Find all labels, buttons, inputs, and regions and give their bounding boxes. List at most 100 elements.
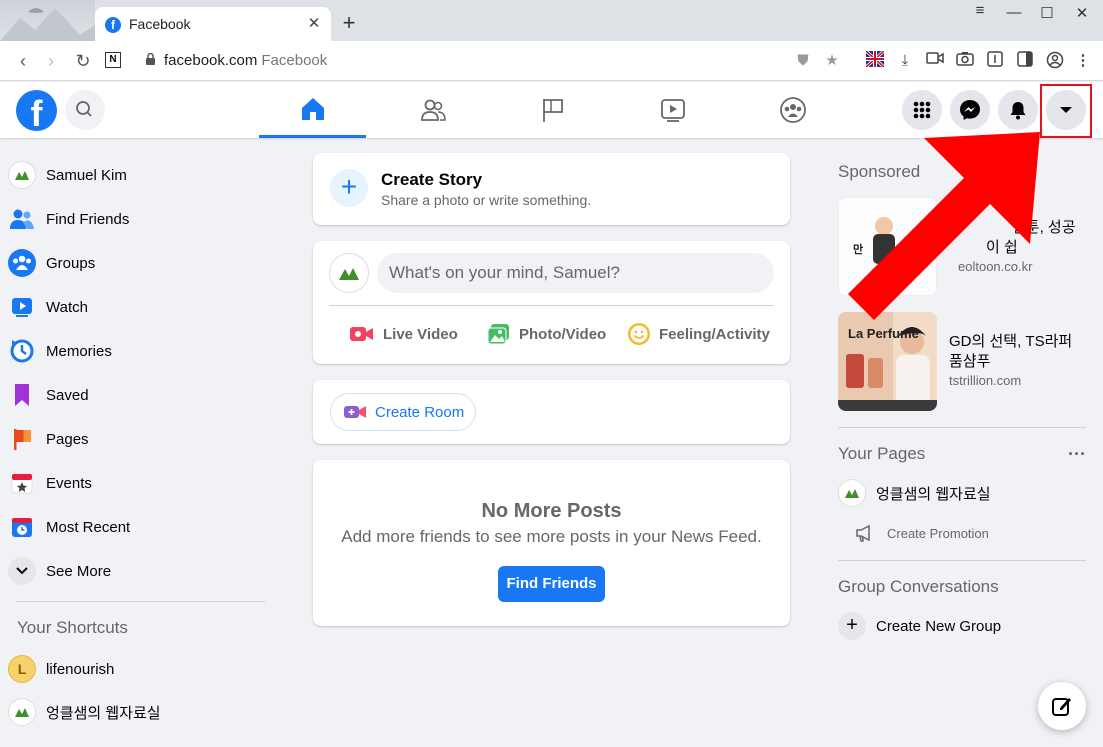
sidebar-item-find-friends[interactable]: Find Friends [8, 199, 258, 239]
menu-grid-button[interactable] [902, 90, 942, 130]
your-page-item[interactable]: 엉클샘의 웹자료실 [838, 479, 991, 507]
events-calendar-icon [8, 469, 36, 497]
sidebar-item-label: Events [46, 474, 92, 492]
megaphone-icon [856, 524, 870, 542]
browser-menu-icon[interactable]: ⋮ [1073, 51, 1093, 71]
url-domain: facebook.com [164, 52, 258, 69]
tab-close-icon[interactable]: ✕ [305, 14, 323, 32]
sidebar-item-label: Pages [46, 430, 89, 448]
sidebar-item-events[interactable]: Events [8, 463, 258, 503]
memories-clock-icon [8, 337, 36, 365]
tab-groups[interactable] [739, 82, 846, 138]
sidebar-item-most-recent[interactable]: Most Recent [8, 507, 258, 547]
room-video-icon [344, 406, 366, 418]
watch-icon [8, 293, 36, 321]
new-tab-icon[interactable]: + [338, 12, 360, 34]
back-icon[interactable]: ‹ [12, 50, 34, 72]
camera-icon[interactable] [955, 51, 975, 71]
tab-title: Facebook [129, 16, 191, 32]
no-more-posts-card: No More Posts Add more friends to see mo… [313, 460, 790, 626]
maximize-icon[interactable]: ☐ [1037, 4, 1057, 22]
sidebar-item-groups[interactable]: Groups [8, 243, 258, 283]
minimize-icon[interactable]: — [1004, 4, 1024, 21]
flag-extension-icon[interactable] [865, 49, 885, 71]
page-name: 엉클샘의 웹자료실 [876, 485, 991, 503]
shortcut-item-lifenourish[interactable]: L lifenourish [8, 649, 258, 689]
create-story-title: Create Story [381, 170, 483, 189]
groups-icon [8, 249, 36, 277]
url-field[interactable]: facebook.com Facebook [164, 52, 327, 69]
create-story-card[interactable]: + Create Story Share a photo or write so… [313, 153, 790, 225]
profile-icon[interactable] [1045, 51, 1065, 71]
sidebar-divider [838, 560, 1086, 561]
sidebar-item-profile[interactable]: Samuel Kim [8, 155, 258, 195]
window-close-icon[interactable]: ✕ [1072, 4, 1092, 22]
video-extension-icon[interactable] [925, 51, 945, 71]
live-video-icon [350, 327, 373, 341]
lifenourish-avatar: L [8, 655, 36, 683]
lock-icon [146, 53, 155, 65]
notifications-button[interactable] [998, 90, 1038, 130]
reload-icon[interactable]: ↻ [72, 50, 94, 72]
shortcut-item-uncle-sam[interactable]: 엉클샘의 웹자료실 [8, 692, 258, 732]
create-story-subtitle: Share a photo or write something. [381, 192, 592, 208]
sidebar-item-label: Saved [46, 386, 89, 404]
sidebar-item-saved[interactable]: Saved [8, 375, 258, 415]
smiley-icon [628, 323, 650, 345]
more-options-icon[interactable]: ··· [1068, 444, 1086, 465]
shield-extension-icon[interactable]: ⛊ [793, 51, 813, 71]
most-recent-icon [8, 513, 36, 541]
facebook-header: f [0, 82, 1103, 138]
photo-video-button[interactable]: Photo/Video [487, 321, 606, 347]
tab-strip-decoration [0, 0, 95, 41]
messenger-icon [960, 100, 980, 120]
browser-tab-facebook[interactable]: f Facebook ✕ [95, 7, 331, 41]
browser-toolbar: ‹ › ↻ N facebook.com Facebook ⛊ ★ ⤓ ⋮ [0, 41, 1103, 81]
forward-icon[interactable]: › [40, 50, 62, 72]
tab-friends[interactable] [379, 82, 486, 138]
plus-icon: + [330, 169, 368, 207]
download-icon[interactable]: ⤓ [895, 51, 915, 71]
rooms-card: Create Room [313, 380, 790, 444]
composer-input[interactable]: What's on your mind, Samuel? [377, 253, 774, 293]
feeling-activity-label: Feeling/Activity [659, 325, 770, 343]
shortcut-label: 엉클샘의 웹자료실 [46, 704, 161, 722]
live-video-button[interactable]: Live Video [349, 321, 458, 347]
create-new-group-button[interactable]: + Create New Group [838, 612, 1001, 640]
facebook-logo-icon[interactable]: f [16, 90, 57, 131]
create-room-label: Create Room [375, 403, 465, 421]
notion-extension-icon[interactable]: N [105, 52, 121, 68]
sidebar-item-see-more[interactable]: See More [8, 551, 258, 591]
new-message-button[interactable] [1038, 682, 1086, 730]
pages-flag-icon [8, 425, 36, 453]
create-promotion-button[interactable]: Create Promotion [855, 524, 989, 542]
flag-icon [542, 99, 563, 122]
no-more-posts-title: No More Posts [481, 500, 622, 522]
search-button[interactable] [65, 90, 105, 130]
feeling-activity-button[interactable]: Feeling/Activity [627, 321, 770, 347]
tab-home[interactable] [259, 82, 366, 138]
tab-search-icon[interactable]: ≡ [970, 2, 990, 19]
sidebar-item-watch[interactable]: Watch [8, 287, 258, 327]
bookmark-star-icon[interactable]: ★ [822, 51, 842, 71]
chevron-down-icon [8, 557, 36, 585]
tab-watch[interactable] [619, 82, 726, 138]
sidebar-item-label: Memories [46, 342, 112, 360]
avatar [8, 161, 36, 189]
create-room-button[interactable]: Create Room [330, 393, 476, 431]
tab-pages[interactable] [499, 82, 606, 138]
sidepanel-icon[interactable] [1015, 51, 1035, 71]
sidebar-item-label: Samuel Kim [46, 166, 127, 184]
sidebar-item-pages[interactable]: Pages [8, 419, 258, 459]
search-icon [76, 101, 92, 117]
saved-bookmark-icon [8, 381, 36, 409]
sidebar-item-label: Most Recent [46, 518, 131, 536]
sidebar-item-memories[interactable]: Memories [8, 331, 258, 371]
mountain-bird-decoration [0, 8, 95, 41]
photo-video-label: Photo/Video [519, 325, 607, 343]
find-friends-button[interactable]: Find Friends [498, 566, 605, 602]
messenger-button[interactable] [950, 90, 990, 130]
sidebar-divider [16, 601, 265, 602]
reader-extension-icon[interactable] [985, 51, 1005, 71]
your-pages-heading: Your Pages [838, 444, 926, 463]
